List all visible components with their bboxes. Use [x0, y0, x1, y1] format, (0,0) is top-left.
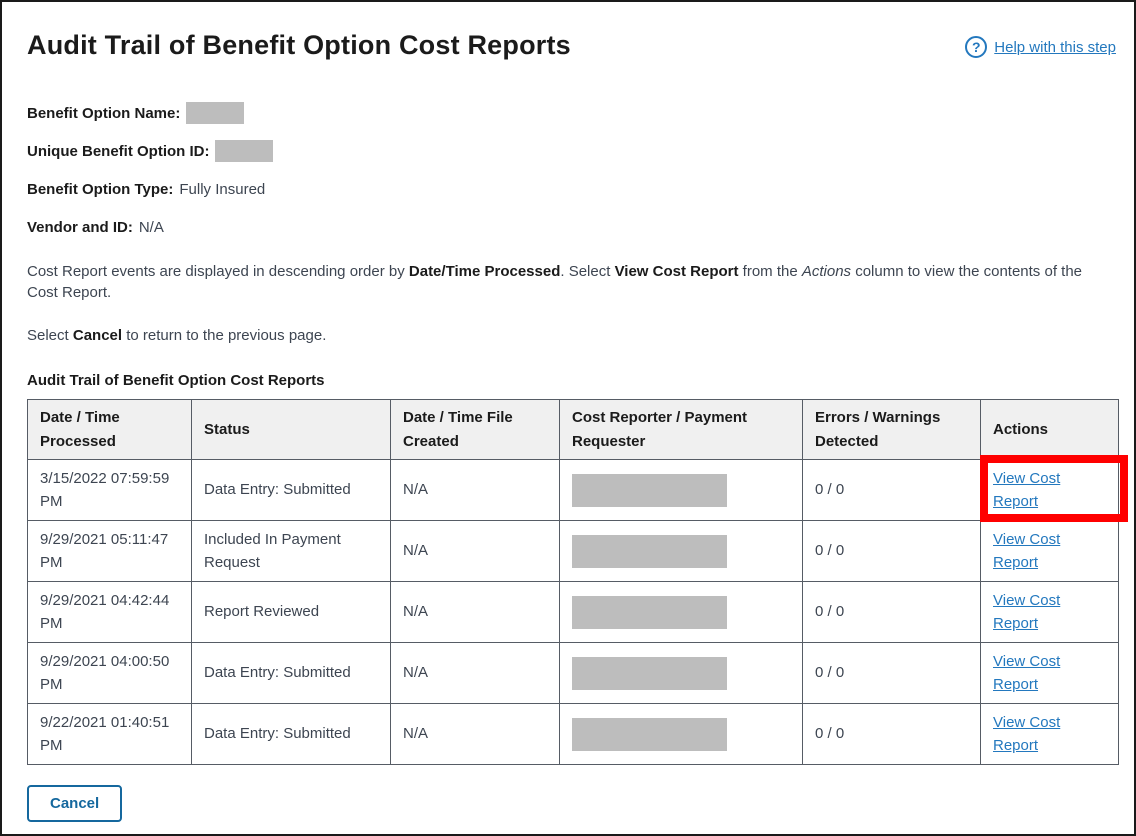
redacted-unique-benefit-option-id — [215, 140, 273, 162]
instruction-text: . Select — [560, 263, 614, 280]
benefit-option-type-value: Fully Insured — [179, 181, 265, 198]
benefit-option-name-label: Benefit Option Name: — [27, 105, 180, 122]
cell-date-time-file-created: N/A — [391, 643, 560, 704]
page-title: Audit Trail of Benefit Option Cost Repor… — [27, 30, 571, 61]
cell-cost-reporter — [560, 704, 803, 765]
cell-errors-warnings: 0 / 0 — [803, 582, 981, 643]
unique-benefit-option-id-label: Unique Benefit Option ID: — [27, 143, 209, 160]
cell-actions: View Cost Report — [981, 643, 1119, 704]
instruction-bold-cancel: Cancel — [73, 327, 122, 344]
info-field-benefit-option-type: Benefit Option Type: Fully Insured — [27, 177, 1116, 201]
cell-date-time-file-created: N/A — [391, 582, 560, 643]
view-cost-report-link[interactable]: View Cost Report — [993, 714, 1060, 754]
cell-cost-reporter — [560, 521, 803, 582]
benefit-option-info: Benefit Option Name: Unique Benefit Opti… — [27, 101, 1116, 239]
cell-status: Included In Payment Request — [192, 521, 391, 582]
column-header-date-time-file-created: Date / Time File Created — [391, 400, 560, 460]
info-field-unique-benefit-option-id: Unique Benefit Option ID: — [27, 139, 1116, 163]
instruction-text: Cost Report events are displayed in desc… — [27, 263, 409, 280]
cell-errors-warnings: 0 / 0 — [803, 521, 981, 582]
instruction-text: Select — [27, 327, 73, 344]
instructions-paragraph-1: Cost Report events are displayed in desc… — [27, 261, 1116, 303]
cell-cost-reporter — [560, 460, 803, 521]
view-cost-report-link[interactable]: View Cost Report — [993, 531, 1060, 571]
redacted-cost-reporter — [572, 535, 727, 568]
cell-date-time-processed: 3/15/2022 07:59:59 PM — [28, 460, 192, 521]
table-row: 9/29/2021 05:11:47 PM Included In Paymen… — [28, 521, 1119, 582]
benefit-option-type-label: Benefit Option Type: — [27, 181, 173, 198]
column-header-errors-warnings: Errors / Warnings Detected — [803, 400, 981, 460]
cancel-button[interactable]: Cancel — [27, 785, 122, 822]
cell-actions: View Cost Report — [981, 704, 1119, 765]
cell-status: Data Entry: Submitted — [192, 460, 391, 521]
cell-cost-reporter — [560, 582, 803, 643]
redacted-cost-reporter — [572, 718, 727, 751]
help-link[interactable]: ? Help with this step — [965, 36, 1116, 58]
view-cost-report-link[interactable]: View Cost Report — [993, 470, 1060, 510]
column-header-actions: Actions — [981, 400, 1119, 460]
column-header-date-time-processed: Date / Time Processed — [28, 400, 192, 460]
column-header-cost-reporter: Cost Reporter / Payment Requester — [560, 400, 803, 460]
table-row: 9/29/2021 04:00:50 PM Data Entry: Submit… — [28, 643, 1119, 704]
cell-date-time-processed: 9/29/2021 05:11:47 PM — [28, 521, 192, 582]
cell-date-time-file-created: N/A — [391, 521, 560, 582]
table-row: 9/29/2021 04:42:44 PM Report Reviewed N/… — [28, 582, 1119, 643]
cell-status: Data Entry: Submitted — [192, 704, 391, 765]
info-field-benefit-option-name: Benefit Option Name: — [27, 101, 1116, 125]
redacted-cost-reporter — [572, 474, 727, 507]
view-cost-report-link[interactable]: View Cost Report — [993, 592, 1060, 632]
vendor-and-id-value: N/A — [139, 219, 164, 236]
redacted-cost-reporter — [572, 596, 727, 629]
table-caption: Audit Trail of Benefit Option Cost Repor… — [27, 372, 1116, 389]
cell-errors-warnings: 0 / 0 — [803, 460, 981, 521]
table-row: 9/22/2021 01:40:51 PM Data Entry: Submit… — [28, 704, 1119, 765]
cell-date-time-processed: 9/29/2021 04:42:44 PM — [28, 582, 192, 643]
redacted-benefit-option-name — [186, 102, 244, 124]
instruction-bold-view-cost-report: View Cost Report — [615, 263, 739, 280]
cell-actions: View Cost Report — [981, 460, 1119, 521]
cell-errors-warnings: 0 / 0 — [803, 704, 981, 765]
audit-table: Date / Time Processed Status Date / Time… — [27, 399, 1119, 765]
info-field-vendor-and-id: Vendor and ID: N/A — [27, 215, 1116, 239]
instruction-italic-actions: Actions — [802, 263, 851, 280]
column-header-status: Status — [192, 400, 391, 460]
cell-date-time-processed: 9/29/2021 04:00:50 PM — [28, 643, 192, 704]
page: Audit Trail of Benefit Option Cost Repor… — [0, 0, 1136, 836]
cell-date-time-file-created: N/A — [391, 460, 560, 521]
instruction-text: from the — [738, 263, 801, 280]
question-circle-icon: ? — [965, 36, 987, 58]
redacted-cost-reporter — [572, 657, 727, 690]
instructions-paragraph-2: Select Cancel to return to the previous … — [27, 325, 1116, 346]
instruction-text: to return to the previous page. — [122, 327, 326, 344]
view-cost-report-link[interactable]: View Cost Report — [993, 653, 1060, 693]
cell-date-time-file-created: N/A — [391, 704, 560, 765]
cell-cost-reporter — [560, 643, 803, 704]
table-row: 3/15/2022 07:59:59 PM Data Entry: Submit… — [28, 460, 1119, 521]
audit-table-container: Date / Time Processed Status Date / Time… — [27, 399, 1116, 765]
help-link-label: Help with this step — [994, 39, 1116, 56]
cell-actions: View Cost Report — [981, 521, 1119, 582]
cell-status: Report Reviewed — [192, 582, 391, 643]
cell-status: Data Entry: Submitted — [192, 643, 391, 704]
cell-date-time-processed: 9/22/2021 01:40:51 PM — [28, 704, 192, 765]
instruction-bold-date-time-processed: Date/Time Processed — [409, 263, 560, 280]
page-header: Audit Trail of Benefit Option Cost Repor… — [27, 30, 1116, 61]
cell-errors-warnings: 0 / 0 — [803, 643, 981, 704]
cell-actions: View Cost Report — [981, 582, 1119, 643]
table-header-row: Date / Time Processed Status Date / Time… — [28, 400, 1119, 460]
vendor-and-id-label: Vendor and ID: — [27, 219, 133, 236]
